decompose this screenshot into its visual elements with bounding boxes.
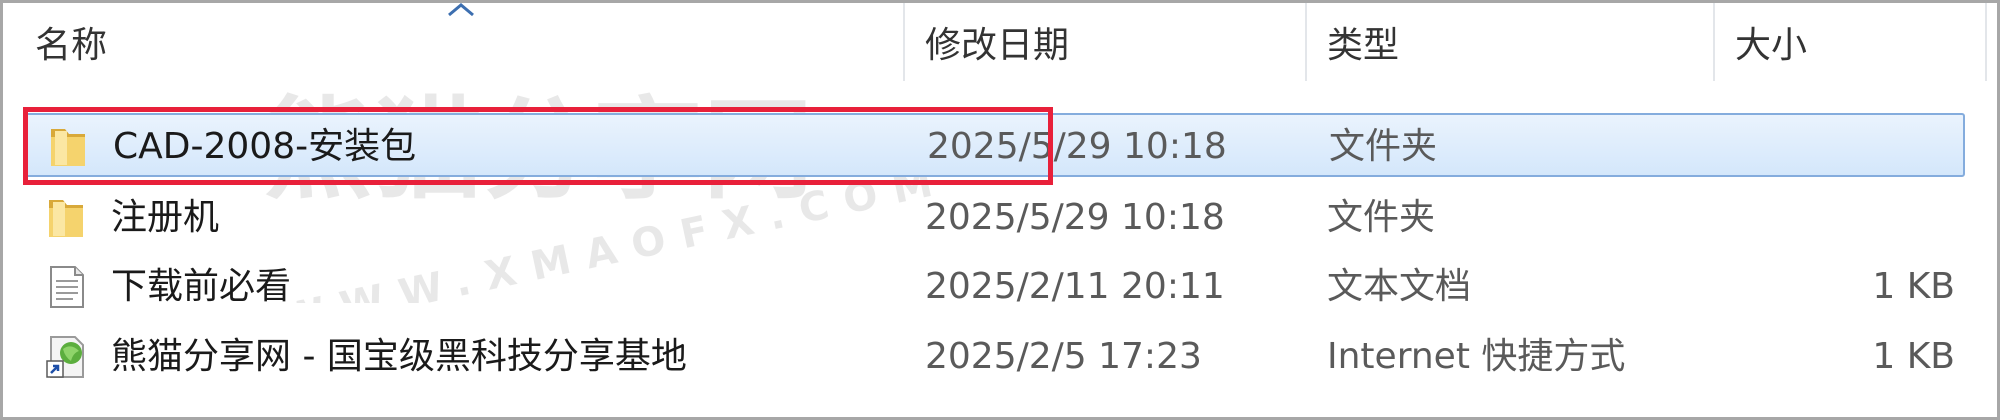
file-name: CAD-2008-安装包 — [113, 126, 417, 167]
text-document-icon — [50, 266, 84, 308]
column-header-type[interactable]: 类型 — [1307, 3, 1713, 81]
file-row-keygen[interactable]: 注册机 2025/5/29 10:18 文件夹 — [25, 186, 1965, 250]
column-header-name[interactable]: 名称 — [3, 3, 903, 81]
file-type: 文本文档 — [1327, 266, 1472, 307]
folder-icon — [51, 129, 85, 166]
column-header-name-label: 名称 — [35, 25, 108, 66]
column-header-type-label: 类型 — [1327, 25, 1400, 66]
file-row-website-shortcut[interactable]: 熊猫分享网 - 国宝级黑科技分享基地 2025/2/5 17:23 Intern… — [25, 325, 1965, 389]
column-header-bar: 名称 修改日期 类型 大小 — [3, 3, 1997, 81]
file-modified: 2025/5/29 10:18 — [927, 126, 1227, 167]
file-type: 文件夹 — [1329, 126, 1438, 167]
column-header-size[interactable]: 大小 — [1715, 3, 1985, 81]
file-list-window: 名称 修改日期 类型 大小 熊猫分享网 WWW.XMAOFX.COM CAD-2… — [0, 0, 2000, 420]
file-name: 下载前必看 — [111, 266, 292, 307]
column-header-modified[interactable]: 修改日期 — [905, 3, 1305, 81]
file-size — [1845, 186, 1955, 250]
file-modified: 2025/2/5 17:23 — [925, 336, 1202, 377]
column-header-modified-label: 修改日期 — [925, 25, 1070, 66]
file-size: 1 KB — [1872, 336, 1955, 377]
column-header-size-label: 大小 — [1735, 25, 1808, 66]
internet-shortcut-icon — [46, 336, 84, 378]
file-type: 文件夹 — [1327, 197, 1436, 238]
file-row-cad-2008[interactable]: CAD-2008-安装包 2025/5/29 10:18 文件夹 — [25, 113, 1965, 177]
file-row-readme[interactable]: 下载前必看 2025/2/11 20:11 文本文档 1 KB — [25, 255, 1965, 319]
file-modified: 2025/2/11 20:11 — [925, 266, 1225, 307]
file-name: 注册机 — [111, 197, 220, 238]
folder-icon — [49, 200, 83, 237]
file-type: Internet 快捷方式 — [1327, 336, 1626, 377]
file-modified: 2025/5/29 10:18 — [925, 197, 1225, 238]
file-size — [1847, 115, 1957, 179]
file-name: 熊猫分享网 - 国宝级黑科技分享基地 — [111, 336, 687, 377]
file-size: 1 KB — [1872, 266, 1955, 307]
column-divider[interactable] — [1985, 3, 1987, 81]
